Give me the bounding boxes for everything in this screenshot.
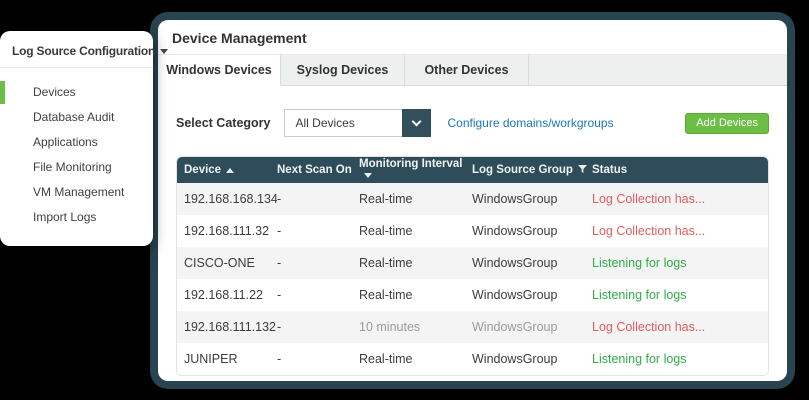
log-source-group-cell: WindowsGroup: [472, 215, 592, 247]
configure-domains-link[interactable]: Configure domains/workgroups: [447, 116, 613, 130]
device-row[interactable]: 192.168.168.134 - Real-time WindowsGroup…: [177, 183, 768, 215]
add-devices-button[interactable]: Add Devices: [685, 113, 769, 134]
device-name-cell: CISCO-ONE: [177, 247, 277, 279]
sidebar-item-devices[interactable]: Devices: [0, 80, 153, 105]
log-source-group-cell: WindowsGroup: [472, 343, 592, 375]
sidebar-menu: Devices Database Audit Applications File…: [0, 68, 153, 230]
table-toolbar: Select Category All Devices Configure do…: [158, 86, 787, 148]
select-category-label: Select Category: [176, 116, 270, 130]
device-row[interactable]: CISCO-ONE - Real-time WindowsGroup Liste…: [177, 247, 768, 279]
monitoring-interval-cell: 10 minutes: [359, 311, 472, 343]
table-header-row: Device Next Scan On Monitoring Interval …: [177, 157, 768, 183]
status-cell: Listening for logs: [592, 247, 768, 279]
device-name-cell: 192.168.111.132: [177, 311, 277, 343]
column-header-monitoring-interval[interactable]: Monitoring Interval: [359, 157, 472, 183]
next-scan-cell: -: [277, 279, 359, 311]
device-tabs: Windows Devices Syslog Devices Other Dev…: [158, 55, 787, 86]
monitoring-interval-cell: Real-time: [359, 247, 472, 279]
sidebar-item-database-audit[interactable]: Database Audit: [0, 105, 153, 130]
next-scan-cell: -: [277, 183, 359, 215]
next-scan-cell: -: [277, 215, 359, 247]
status-text: Listening for logs: [592, 288, 687, 302]
next-scan-cell: -: [277, 311, 359, 343]
status-text: Log Collection has...: [592, 224, 705, 238]
next-scan-cell: -: [277, 247, 359, 279]
device-name-cell: 192.168.111.32: [177, 215, 277, 247]
category-select[interactable]: All Devices: [284, 109, 431, 137]
status-cell: Listening for logs: [592, 343, 768, 375]
monitoring-interval-cell: Real-time: [359, 215, 472, 247]
sidebar-item-vm-management[interactable]: VM Management: [0, 180, 153, 205]
tab-other-devices[interactable]: Other Devices: [405, 55, 529, 86]
filter-icon: [578, 165, 587, 174]
sidebar-title: Log Source Configuration: [12, 44, 155, 58]
sort-asc-icon: [226, 168, 234, 173]
log-source-group-cell: WindowsGroup: [472, 311, 592, 343]
log-source-group-cell: WindowsGroup: [472, 279, 592, 311]
log-source-sidebar: Log Source Configuration Devices Databas…: [0, 31, 153, 246]
monitoring-interval-cell: Real-time: [359, 183, 472, 215]
tab-windows-devices[interactable]: Windows Devices: [158, 55, 281, 86]
sort-desc-icon: [364, 173, 372, 178]
device-row[interactable]: 192.168.111.132 - 10 minutes WindowsGrou…: [177, 311, 768, 343]
log-source-configuration-menu[interactable]: Log Source Configuration: [0, 31, 153, 68]
log-source-group-cell: WindowsGroup: [472, 183, 592, 215]
sidebar-item-applications[interactable]: Applications: [0, 130, 153, 155]
category-select-value: All Devices: [285, 116, 354, 130]
page-title: Device Management: [172, 30, 773, 46]
tab-syslog-devices[interactable]: Syslog Devices: [281, 55, 405, 86]
status-text: Listening for logs: [592, 256, 687, 270]
column-header-next-scan[interactable]: Next Scan On: [277, 157, 359, 183]
device-management-panel: Device Management Windows Devices Syslog…: [150, 12, 795, 389]
chevron-down-icon: [412, 117, 422, 127]
status-cell: Listening for logs: [592, 279, 768, 311]
status-text: Log Collection has...: [592, 192, 705, 206]
column-header-status[interactable]: Status: [592, 157, 768, 183]
device-row[interactable]: 192.168.11.22 - Real-time WindowsGroup L…: [177, 279, 768, 311]
status-text: Listening for logs: [592, 352, 687, 366]
log-source-group-cell: WindowsGroup: [472, 247, 592, 279]
monitoring-interval-cell: Real-time: [359, 343, 472, 375]
select-dropdown-button[interactable]: [402, 109, 431, 137]
device-name-cell: JUNIPER: [177, 343, 277, 375]
device-name-cell: 192.168.168.134: [177, 183, 277, 215]
next-scan-cell: -: [277, 343, 359, 375]
status-cell: Log Collection has...: [592, 215, 768, 247]
devices-table: Device Next Scan On Monitoring Interval …: [176, 156, 769, 376]
device-management-card: Device Management Windows Devices Syslog…: [158, 20, 787, 381]
device-row[interactable]: JUNIPER - Real-time WindowsGroup Listeni…: [177, 343, 768, 375]
column-header-device[interactable]: Device: [177, 157, 277, 183]
card-header: Device Management: [158, 20, 787, 55]
caret-down-icon: [160, 49, 168, 54]
device-name-cell: 192.168.11.22: [177, 279, 277, 311]
sidebar-item-import-logs[interactable]: Import Logs: [0, 205, 153, 230]
tab-strip-filler: [529, 55, 787, 86]
device-row[interactable]: 192.168.111.32 - Real-time WindowsGroup …: [177, 215, 768, 247]
page-background: Device Management Windows Devices Syslog…: [0, 0, 809, 400]
status-cell: Log Collection has...: [592, 183, 768, 215]
column-header-log-source-group[interactable]: Log Source Group: [472, 157, 592, 183]
sidebar-item-file-monitoring[interactable]: File Monitoring: [0, 155, 153, 180]
status-cell: Log Collection has...: [592, 311, 768, 343]
monitoring-interval-cell: Real-time: [359, 279, 472, 311]
status-text: Log Collection has...: [592, 320, 705, 334]
